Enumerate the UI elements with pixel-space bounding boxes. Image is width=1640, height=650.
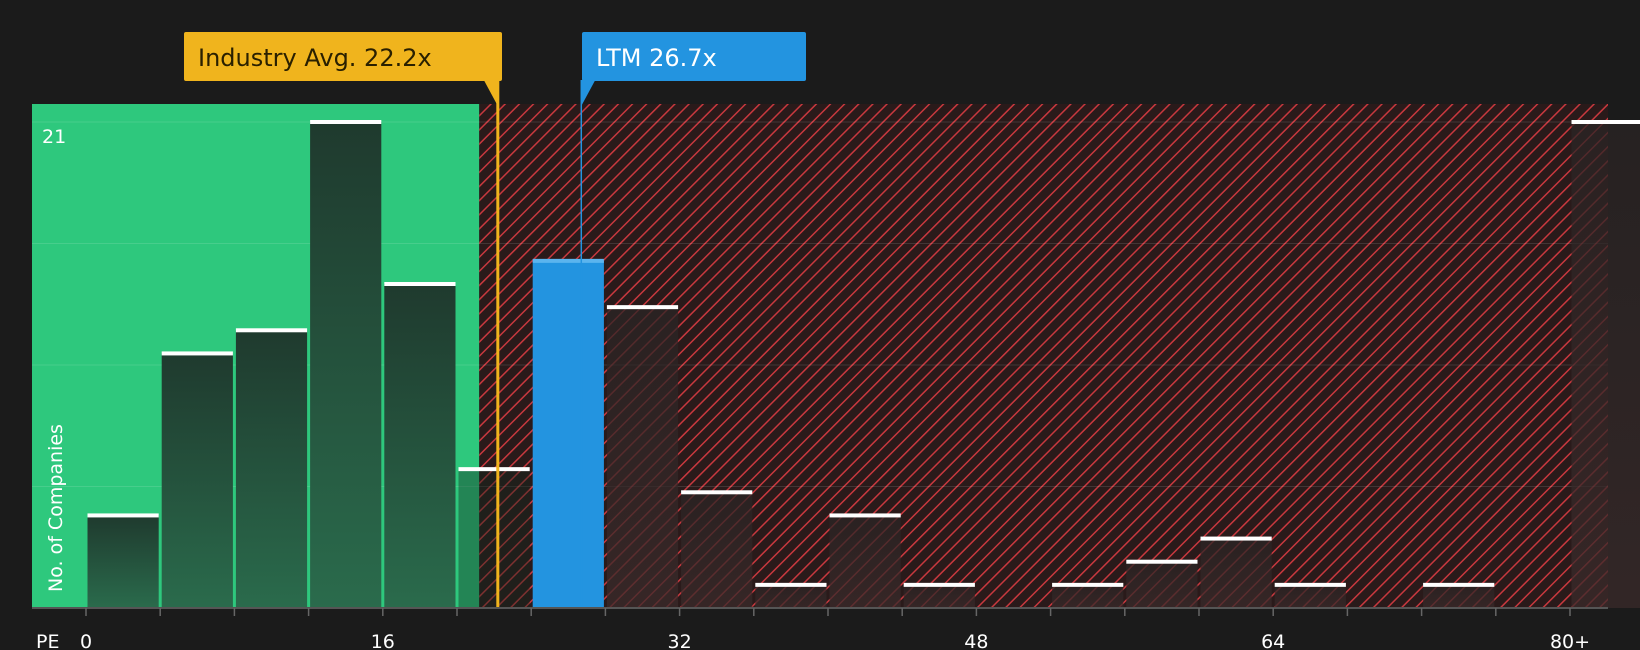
histogram-bar: [1274, 584, 1346, 608]
y-axis-label: No. of Companies: [45, 424, 67, 592]
histogram-bar: [903, 584, 975, 608]
x-tick-label: 16: [371, 631, 395, 650]
y-tick-label: 21: [42, 126, 66, 148]
histogram-bar: [606, 307, 679, 608]
histogram-bar: [1052, 584, 1124, 608]
bar-cap: [458, 467, 530, 472]
bar-cap: [1274, 582, 1346, 587]
bar-cap: [1052, 582, 1124, 587]
x-tick-label: 32: [668, 631, 692, 650]
bar-cap: [310, 120, 382, 124]
histogram-bar: [1126, 561, 1198, 608]
histogram-bar: [235, 330, 308, 608]
histogram-bar: [161, 353, 233, 608]
x-axis-label: PE: [36, 631, 59, 650]
bar-cap: [532, 258, 604, 263]
bar-cap: [235, 328, 308, 333]
bar-cap: [681, 490, 753, 495]
histogram-bar: [384, 284, 456, 608]
histogram-bar: [681, 492, 753, 608]
bar-cap: [87, 513, 159, 518]
bar-cap: [606, 305, 679, 310]
x-tick-label: 80+: [1550, 631, 1590, 650]
bar-cap: [1200, 536, 1272, 541]
histogram-bar: [310, 122, 382, 608]
histogram-bar: [755, 584, 827, 608]
histogram-bar: [1423, 584, 1495, 608]
histogram-bar: [829, 515, 901, 608]
bar-cap: [1126, 559, 1198, 564]
x-tick-label: 48: [964, 631, 988, 650]
annotation-pointer: [483, 80, 498, 106]
bar-cap: [1571, 120, 1640, 124]
bar-cap: [829, 513, 901, 518]
x-tick-label: 64: [1261, 631, 1285, 650]
annotation-label: LTM 26.7x: [596, 44, 717, 72]
company-bar: [532, 260, 604, 608]
histogram-bar: [87, 515, 159, 608]
chart-svg: Industry Avg. 22.2x LTM 26.7x 0 16 32 48 64 80…: [32, 32, 1640, 650]
bar-cap: [384, 282, 456, 286]
bar-cap: [755, 582, 827, 587]
pe-distribution-chart: Industry Avg. 22.2x LTM 26.7x 0 16 32 48 64 80…: [0, 0, 1640, 650]
annotation-pointer: [581, 80, 596, 106]
histogram-bar: [1571, 122, 1640, 608]
x-tick-label: 0: [80, 631, 92, 650]
annotation-label: Industry Avg. 22.2x: [198, 44, 432, 72]
bar-cap: [903, 582, 975, 587]
bar-cap: [1423, 582, 1495, 587]
histogram-bar: [458, 469, 530, 608]
histogram-bar: [1200, 538, 1272, 608]
bar-cap: [161, 351, 233, 356]
